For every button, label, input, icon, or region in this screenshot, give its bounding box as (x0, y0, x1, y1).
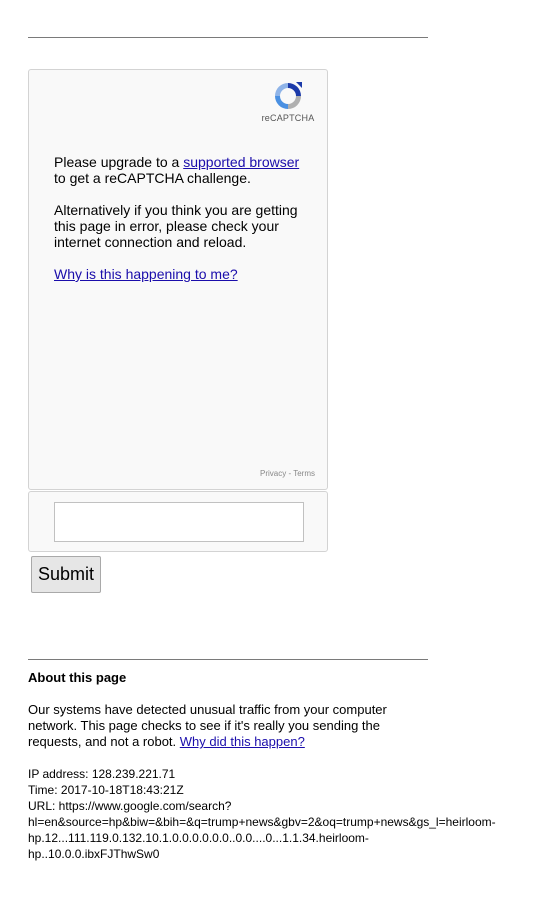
why-did-this-happen-link[interactable]: Why did this happen? (180, 734, 305, 749)
upgrade-paragraph: Please upgrade to a supported browser to … (54, 154, 314, 186)
recaptcha-logo[interactable]: reCAPTCHA (260, 80, 316, 123)
privacy-terms: Privacy - Terms (260, 469, 315, 478)
supported-browser-link[interactable]: supported browser (183, 154, 299, 170)
captcha-message: Please upgrade to a supported browser to … (54, 154, 314, 298)
upgrade-suffix: to get a reCAPTCHA challenge. (54, 170, 251, 186)
upgrade-prefix: Please upgrade to a (54, 154, 184, 170)
terms-link[interactable]: Terms (293, 469, 315, 478)
why-paragraph: Why is this happening to me? (54, 266, 314, 282)
submit-button[interactable]: Submit (31, 556, 101, 593)
recaptcha-logo-label: reCAPTCHA (261, 113, 315, 123)
url-line-3: hp.12...111.119.0.132.10.1.0.0.0.0.0.0..… (28, 831, 369, 845)
url-line-2: hl=en&source=hp&biw=&bih=&q=trump+news&g… (28, 815, 496, 829)
captcha-response-field[interactable] (54, 502, 304, 542)
alternative-paragraph: Alternatively if you think you are getti… (54, 202, 298, 250)
recaptcha-logo-icon (275, 82, 302, 109)
privacy-link[interactable]: Privacy (260, 469, 286, 478)
top-divider (28, 37, 428, 38)
request-info: IP address: 128.239.221.71 Time: 2017-10… (28, 766, 534, 862)
captcha-response-box (28, 491, 328, 552)
timestamp: Time: 2017-10-18T18:43:21Z (28, 783, 184, 797)
recaptcha-widget: reCAPTCHA Please upgrade to a supported … (28, 69, 328, 490)
url-line-4: hp..10.0.0.ibxFJThwSw0 (28, 847, 160, 861)
ip-address: IP address: 128.239.221.71 (28, 767, 176, 781)
about-body: Our systems have detected unusual traffi… (28, 702, 408, 750)
why-happening-link[interactable]: Why is this happening to me? (54, 266, 238, 282)
url-line-1: URL: https://www.google.com/search? (28, 799, 232, 813)
middle-divider (28, 659, 428, 660)
about-title: About this page (28, 670, 127, 685)
